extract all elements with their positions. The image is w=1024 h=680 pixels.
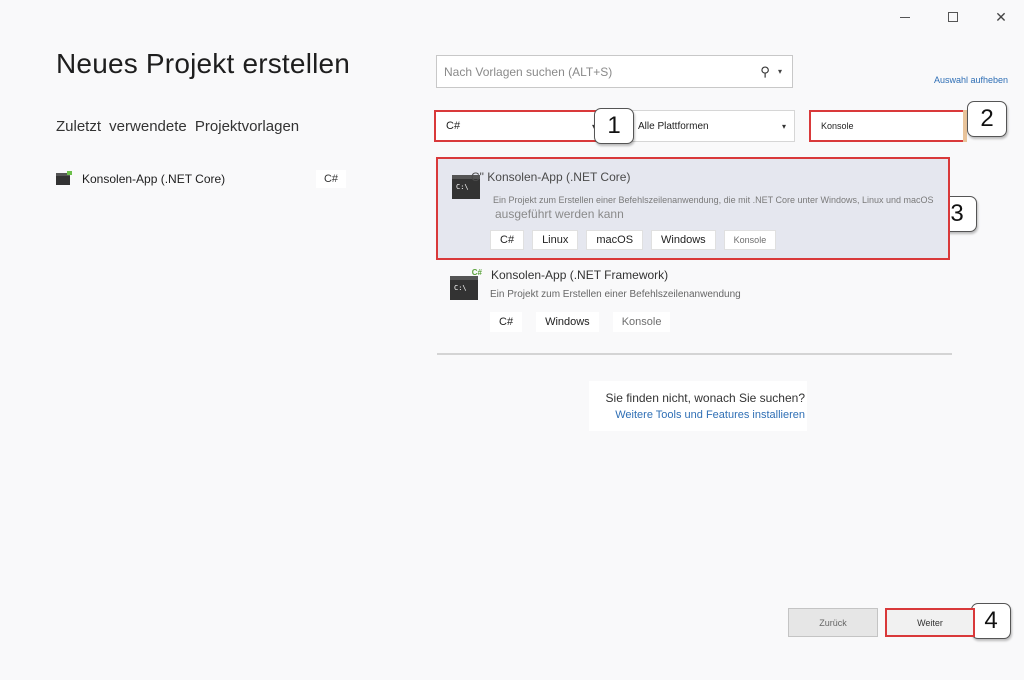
tag-language: C# bbox=[490, 312, 523, 332]
template-title: Konsolen-App (.NET Framework) bbox=[491, 268, 669, 282]
close-icon: ✕ bbox=[995, 8, 1007, 25]
tag-language: C# bbox=[490, 230, 525, 250]
tag-project-type: Konsole bbox=[612, 312, 671, 332]
recent-template-label: Konsolen-App (.NET Core) bbox=[82, 172, 226, 186]
help-box: Sie finden nicht, wonach Sie suchen? Wei… bbox=[589, 381, 807, 431]
close-button[interactable]: ✕ bbox=[986, 6, 1016, 28]
template-title: C" Konsolen-App (.NET Core) bbox=[471, 170, 631, 184]
callout-2: 2 bbox=[967, 101, 1007, 137]
tag-project-type: Konsole bbox=[723, 230, 777, 250]
platform-filter-value: Alle Plattformen bbox=[638, 120, 709, 132]
template-tags: C# Windows Konsole bbox=[490, 312, 671, 332]
chevron-down-icon: ▾ bbox=[781, 121, 786, 131]
template-search-input[interactable] bbox=[444, 64, 752, 79]
install-more-tools-link[interactable]: Weitere Tools und Features installieren bbox=[589, 409, 805, 421]
search-icon[interactable]: ⚲ bbox=[752, 64, 778, 80]
template-card-console-app-net-core[interactable]: C:\ C" Konsolen-App (.NET Core) Ein Proj… bbox=[436, 157, 950, 260]
next-button[interactable]: Weiter bbox=[885, 608, 975, 637]
tag-platform: Windows bbox=[536, 312, 599, 332]
minimize-icon bbox=[900, 16, 910, 18]
recent-template-language-tag: C# bbox=[315, 170, 346, 188]
console-app-icon: C:\ C# bbox=[450, 268, 482, 300]
minimize-button[interactable] bbox=[890, 6, 920, 28]
divider bbox=[437, 353, 952, 355]
language-filter-dropdown[interactable]: C# ▾ bbox=[434, 110, 606, 142]
page-title: Neues Projekt erstellen bbox=[56, 48, 351, 79]
project-type-filter-value: Konsole bbox=[821, 121, 854, 131]
template-search-box[interactable]: ⚲ ▾ bbox=[436, 55, 793, 88]
template-description-continued: ausgeführt werden kann bbox=[495, 207, 624, 221]
tag-platform: Linux bbox=[532, 230, 579, 250]
project-type-filter-dropdown[interactable]: Konsole bbox=[809, 110, 965, 142]
chevron-down-icon[interactable]: ▾ bbox=[778, 67, 788, 76]
platform-filter-dropdown[interactable]: Alle Plattformen ▾ bbox=[627, 110, 795, 142]
maximize-button[interactable] bbox=[938, 6, 968, 28]
tag-platform: macOS bbox=[586, 230, 644, 250]
clear-selection-link[interactable]: Auswahl aufheben bbox=[934, 75, 1008, 85]
template-card-console-app-net-framework[interactable]: C:\ C# Konsolen-App (.NET Framework) Ein… bbox=[436, 262, 950, 342]
callout-4: 4 bbox=[971, 603, 1011, 639]
console-app-icon bbox=[56, 171, 72, 185]
template-tags: C# Linux macOS Windows Konsole bbox=[490, 230, 777, 250]
back-button[interactable]: Zurück bbox=[788, 608, 878, 637]
help-question: Sie finden nicht, wonach Sie suchen? bbox=[605, 391, 805, 405]
recent-templates-heading: Zuletzt verwendete Projektvorlagen bbox=[56, 118, 300, 135]
callout-1: 1 bbox=[594, 108, 634, 144]
language-filter-value: C# bbox=[446, 120, 461, 132]
tag-platform: Windows bbox=[651, 230, 716, 250]
maximize-icon bbox=[948, 12, 958, 22]
template-description: Ein Projekt zum Erstellen einer Befehlsz… bbox=[490, 289, 741, 300]
recent-template-item[interactable]: Konsolen-App (.NET Core) C# bbox=[56, 166, 350, 192]
